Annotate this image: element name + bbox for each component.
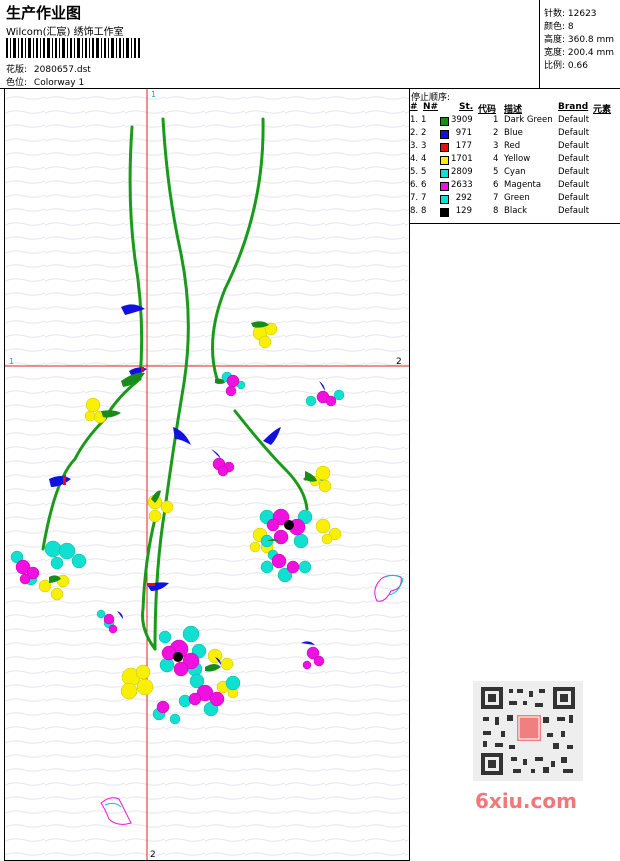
- color-swatch: [440, 143, 449, 152]
- color-swatch: [440, 156, 449, 165]
- embroidery-drawing: 1 1 2 2: [5, 89, 409, 860]
- row-code: 2: [493, 128, 499, 138]
- row-code: 7: [493, 193, 499, 203]
- barcode: [6, 38, 140, 58]
- row-n: 5: [421, 167, 427, 177]
- row-brand: Default: [558, 206, 590, 216]
- color-swatch: [440, 208, 449, 217]
- stats-panel: 针数: 12623 颜色: 8 高度: 360.8 mm 宽度: 200.4 m…: [539, 0, 620, 88]
- row-code: 4: [493, 154, 499, 164]
- row-n: 3: [421, 141, 427, 151]
- row-brand: Default: [558, 141, 590, 151]
- stat-colors: 颜色: 8: [544, 22, 574, 32]
- row-num: 1.: [410, 115, 419, 125]
- row-num: 2.: [410, 128, 419, 138]
- col-num: #: [410, 102, 418, 112]
- row-n: 1: [421, 115, 427, 125]
- design-preview: 1 1 2 2: [4, 89, 410, 861]
- row-code: 5: [493, 167, 499, 177]
- qr-center-badge: [517, 715, 541, 741]
- row-stitches: 177: [455, 141, 472, 151]
- row-num: 6.: [410, 180, 419, 190]
- row-num: 5.: [410, 167, 419, 177]
- table-row: 3. 3 177 3 Red Default: [409, 141, 620, 154]
- col-brand: Brand: [558, 102, 589, 112]
- row-brand: Default: [558, 154, 590, 164]
- color-swatch: [440, 169, 449, 178]
- row-description: Black: [504, 206, 527, 216]
- row-num: 7.: [410, 193, 419, 203]
- row-n: 6: [421, 180, 427, 190]
- row-description: Magenta: [504, 180, 542, 190]
- row-description: Green: [504, 193, 530, 203]
- row-brand: Default: [558, 167, 590, 177]
- col-desc: 描述: [504, 105, 523, 115]
- row-n: 8: [421, 206, 427, 216]
- table-row: 8. 8 129 8 Black Default: [409, 206, 620, 219]
- marker-bottom: 2: [150, 850, 156, 860]
- color-swatch: [440, 117, 449, 126]
- table-row: 4. 4 1701 4 Yellow Default: [409, 154, 620, 167]
- watermark: 6xiu.com: [475, 789, 577, 813]
- marker-top: 1: [151, 90, 156, 99]
- row-description: Blue: [504, 128, 523, 138]
- row-description: Red: [504, 141, 521, 151]
- row-stitches: 1701: [451, 154, 473, 164]
- color-swatch: [440, 182, 449, 191]
- table-row: 1. 1 3909 1 Dark Green Default: [409, 115, 620, 128]
- marker-right: 2: [396, 357, 402, 367]
- row-stitches: 129: [455, 206, 472, 216]
- color-swatch: [440, 130, 449, 139]
- row-n: 2: [421, 128, 427, 138]
- colorway-label: 色位:: [6, 78, 28, 88]
- design-info: 花版: 2080657.dst: [6, 62, 91, 75]
- row-n: 7: [421, 193, 427, 203]
- row-stitches: 3909: [451, 115, 473, 125]
- col-st: St.: [459, 102, 474, 112]
- studio-name: Wilcom(汇宸) 绣饰工作室: [6, 27, 124, 38]
- row-brand: Default: [558, 128, 590, 138]
- stat-scale: 比例: 0.66: [544, 61, 588, 71]
- qr-code-image: [473, 681, 583, 781]
- row-code: 6: [493, 180, 499, 190]
- row-num: 4.: [410, 154, 419, 164]
- design-label: 花版:: [6, 65, 28, 75]
- marker-left: 1: [9, 357, 14, 366]
- stat-width: 宽度: 200.4 mm: [544, 48, 615, 58]
- row-description: Yellow: [504, 154, 531, 164]
- color-swatch: [440, 195, 449, 204]
- row-stitches: 2633: [451, 180, 473, 190]
- table-row: 5. 5 2809 5 Cyan Default: [409, 167, 620, 180]
- col-code: 代码: [478, 105, 497, 115]
- col-n: N#: [423, 102, 439, 112]
- table-row: 7. 7 292 7 Green Default: [409, 193, 620, 206]
- row-brand: Default: [558, 180, 590, 190]
- stat-height: 高度: 360.8 mm: [544, 35, 615, 45]
- table-row: 6. 6 2633 6 Magenta Default: [409, 180, 620, 193]
- colorway-info: 色位: Colorway 1: [6, 75, 84, 88]
- row-stitches: 971: [455, 128, 472, 138]
- row-brand: Default: [558, 193, 590, 203]
- stop-sequence-panel: 停止顺序: # N# St. 代码 描述 Brand 元素 1. 1 3909 1 Da…: [409, 89, 620, 224]
- row-code: 3: [493, 141, 499, 151]
- row-num: 8.: [410, 206, 419, 216]
- design-value: 2080657.dst: [33, 65, 91, 75]
- colorway-value: Colorway 1: [33, 78, 85, 88]
- header-bar: 生产作业图 Wilcom(汇宸) 绣饰工作室 花版: 2080657.dst 色…: [0, 0, 620, 89]
- page-title: 生产作业图: [6, 4, 82, 22]
- stat-stitches: 针数: 12623: [544, 9, 597, 19]
- row-stitches: 2809: [451, 167, 473, 177]
- table-row: 2. 2 971 2 Blue Default: [409, 128, 620, 141]
- col-element: 元素: [593, 105, 612, 115]
- row-n: 4: [421, 154, 427, 164]
- row-num: 3.: [410, 141, 419, 151]
- row-code: 1: [493, 115, 499, 125]
- row-brand: Default: [558, 115, 590, 125]
- qr-code: [473, 681, 583, 781]
- row-code: 8: [493, 206, 499, 216]
- row-description: Cyan: [504, 167, 526, 177]
- row-description: Dark Green: [504, 115, 553, 125]
- row-stitches: 292: [455, 193, 472, 203]
